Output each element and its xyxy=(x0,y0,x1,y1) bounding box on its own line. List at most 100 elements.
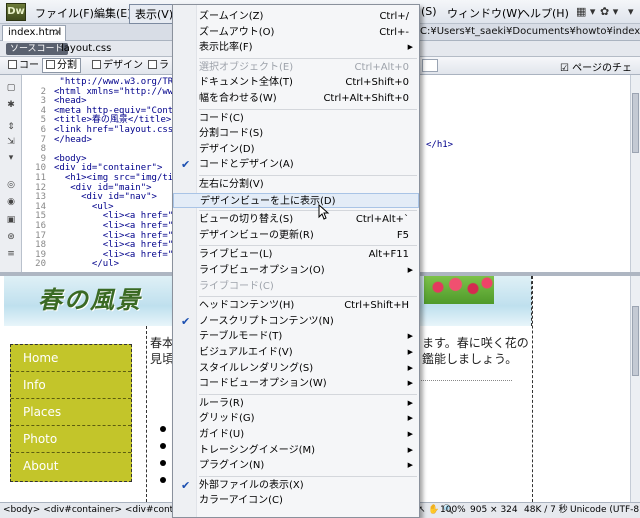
menu-item-label: ライブコード(C) xyxy=(199,280,274,292)
view-menu-item[interactable]: ライブビュー(L) Alt+F11 xyxy=(173,247,419,262)
collapse-tag-icon[interactable]: ✱ xyxy=(5,100,17,110)
syntax-error-icon[interactable]: ◉ xyxy=(5,197,17,207)
gear-icon[interactable]: ✿ ▾ xyxy=(600,5,618,18)
view-menu-item[interactable]: コード(C) xyxy=(173,111,419,126)
menu-edit[interactable]: 編集(E) xyxy=(94,5,132,21)
view-menu-dropdown: ズームイン(Z) Ctrl+/ ズームアウト(O) Ctrl+- 表示比率(F) ▶ 選択オ… xyxy=(172,4,420,518)
design-view-button[interactable]: デザイン xyxy=(88,58,147,73)
tab-index-html[interactable]: index.html × xyxy=(2,25,66,41)
submenu-arrow-icon: ▶ xyxy=(407,461,413,470)
menu-separator xyxy=(199,296,417,298)
view-menu-item[interactable]: デザイン(D) xyxy=(173,142,419,157)
view-menu-item[interactable]: ライブビューオプション(O) ▶ xyxy=(173,263,419,278)
submenu-arrow-icon: ▶ xyxy=(407,348,413,356)
view-menu-item[interactable]: ヘッドコンテンツ(H) Ctrl+Shift+H xyxy=(173,298,419,313)
check-page-button[interactable]: ☑ ページのチェ xyxy=(560,59,632,74)
view-menu-item[interactable]: 左右に分割(V) xyxy=(173,177,419,192)
menu-site[interactable]: (S) xyxy=(421,5,437,18)
menu-item-label: プラグイン(N) xyxy=(199,460,265,472)
view-menu-item[interactable]: プラグイン(N) ▶ xyxy=(173,458,419,473)
live-view-button[interactable]: ラ xyxy=(144,58,173,73)
scroll-thumb[interactable] xyxy=(632,306,639,376)
indent-icon[interactable]: ≡ xyxy=(5,249,17,259)
wrap-tag-icon[interactable]: ⊛ xyxy=(5,232,17,242)
view-menu-item[interactable]: 幅を合わせる(W) Ctrl+Alt+Shift+0 xyxy=(173,91,419,106)
open-documents-icon[interactable]: ▢ xyxy=(5,83,17,93)
nav-menu: Home Info Places Photo About xyxy=(10,344,132,482)
menu-help[interactable]: ヘルプ(H) xyxy=(519,5,569,21)
view-menu-item[interactable]: ✔ コードとデザイン(A) xyxy=(173,157,419,172)
menu-item-label: ズームアウト(O) xyxy=(199,26,275,38)
menu-window[interactable]: ウィンドウ(W) xyxy=(447,5,521,21)
banner-title: 春の風景 xyxy=(38,285,142,314)
nav-item-places[interactable]: Places xyxy=(11,399,131,426)
view-menu-item[interactable]: コードビューオプション(W) ▶ xyxy=(173,376,419,391)
menu-item-label: ヘッドコンテンツ(H) xyxy=(199,300,295,312)
close-icon[interactable]: × xyxy=(54,26,62,40)
view-menu-item[interactable]: ガイド(U) ▶ xyxy=(173,427,419,442)
layout-icon[interactable]: ▦ ▾ xyxy=(576,5,595,18)
menu-item-label: 表示比率(F) xyxy=(199,42,253,54)
zoom-level[interactable]: 100% xyxy=(440,503,466,517)
nav-item-home[interactable]: Home xyxy=(11,345,131,372)
select-parent-icon[interactable]: ⇲ xyxy=(5,137,17,147)
view-menu-item[interactable]: カラーアイコン(C) xyxy=(173,493,419,508)
highlight-invalid-icon[interactable]: ◎ xyxy=(5,180,17,190)
related-file-layout-css[interactable]: layout.css xyxy=(61,43,111,54)
view-menu-item[interactable]: デザインビューを上に表示(D) xyxy=(173,192,419,208)
view-menu-item[interactable]: ズームイン(Z) Ctrl+/ xyxy=(173,9,419,24)
checkmark-icon: ✔ xyxy=(181,314,191,328)
apply-comment-icon[interactable]: ▣ xyxy=(5,215,17,225)
view-menu-item[interactable]: ✔ 外部ファイルの表示(X) xyxy=(173,478,419,493)
menu-file[interactable]: ファイル(F) xyxy=(35,5,94,21)
page-title-input[interactable] xyxy=(422,59,438,72)
checkmark-icon: ✔ xyxy=(181,478,191,492)
coding-toolbar: ▢ ✱ ⇕ ⇲ ▾ ◎ ◉ ▣ ⊛ ≡ xyxy=(0,75,22,272)
body-text-right-1: ます。春に咲く花の xyxy=(422,336,529,350)
view-menu-item[interactable]: ビジュアルエイド(V) ▶ xyxy=(173,345,419,360)
view-menu-item[interactable]: デザインビューの更新(R) F5 xyxy=(173,228,419,243)
submenu-arrow-icon: ▶ xyxy=(407,414,413,423)
submenu-arrow-icon: ▶ xyxy=(407,430,413,438)
view-menu-item[interactable]: 分割コード(S) xyxy=(173,126,419,141)
nav-item-about[interactable]: About xyxy=(11,453,131,480)
nav-item-info[interactable]: Info xyxy=(11,372,131,399)
menu-item-label: デザイン(D) xyxy=(199,143,255,155)
view-menu-item[interactable]: 表示比率(F) ▶ xyxy=(173,40,419,55)
list-bullet xyxy=(160,460,166,466)
line-numbers-icon[interactable]: ▾ xyxy=(5,153,17,163)
menu-item-shortcut: Ctrl+Alt+0 xyxy=(354,61,409,73)
view-menu-item[interactable]: テーブルモード(T) ▶ xyxy=(173,329,419,344)
nav-item-photo[interactable]: Photo xyxy=(11,426,131,453)
chevron-down-icon[interactable]: ▾ xyxy=(628,5,634,18)
file-path: C:¥Users¥t_saeki¥Documents¥howto¥index.h… xyxy=(420,26,640,37)
menu-item-shortcut: Ctrl+Alt+` xyxy=(355,214,409,226)
code-scrollbar[interactable] xyxy=(630,75,640,272)
submenu-arrow-icon: ▶ xyxy=(407,266,413,274)
view-menu-item[interactable]: ドキュメント全体(T) Ctrl+Shift+0 xyxy=(173,75,419,90)
view-menu-item[interactable]: ✔ ノースクリプトコンテンツ(N) xyxy=(173,314,419,329)
view-menu-item: ライブコード(C) xyxy=(173,279,419,294)
expand-all-icon[interactable]: ⇕ xyxy=(5,122,17,132)
view-menu-item[interactable]: ビューの切り替え(S) Ctrl+Alt+` xyxy=(173,212,419,227)
view-menu-item[interactable]: グリッド(G) ▶ xyxy=(173,411,419,426)
menu-item-label: 分割コード(S) xyxy=(199,128,264,140)
design-scrollbar[interactable] xyxy=(630,276,640,502)
list-bullet xyxy=(160,477,166,483)
line-number: 20 xyxy=(35,259,46,270)
menu-item-label: デザインビューを上に表示(D) xyxy=(200,195,336,207)
menu-item-label: カラーアイコン(C) xyxy=(199,495,283,507)
source-code-button[interactable]: ソースコード xyxy=(6,43,68,55)
window-size[interactable]: 905 × 324 xyxy=(470,503,518,517)
menu-item-label: ライブビュー(L) xyxy=(199,249,273,261)
view-menu-item[interactable]: トレーシングイメージ(M) ▶ xyxy=(173,443,419,458)
view-menu-item[interactable]: ズームアウト(O) Ctrl+- xyxy=(173,25,419,40)
encoding: Unicode (UTF-8) xyxy=(570,505,640,515)
view-menu-item[interactable]: ルーラ(R) ▶ xyxy=(173,396,419,411)
menu-item-shortcut: Ctrl+Shift+H xyxy=(344,300,409,312)
split-view-button[interactable]: 分割 xyxy=(42,58,81,73)
scroll-thumb[interactable] xyxy=(632,93,639,153)
menu-item-label: 選択オブジェクト(E) xyxy=(199,61,294,73)
view-menu-item[interactable]: スタイルレンダリング(S) ▶ xyxy=(173,361,419,376)
body-text-right-2: 鑑能しましょう。 xyxy=(422,352,518,366)
